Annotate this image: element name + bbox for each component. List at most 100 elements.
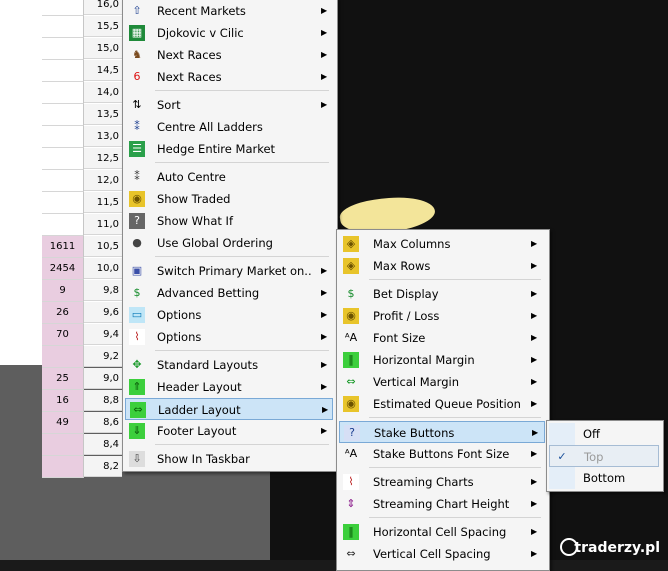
traded-volume-cell[interactable] bbox=[42, 434, 84, 456]
menu-item-max-columns[interactable]: ◈ Max Columns ▶ bbox=[339, 233, 545, 255]
ladder-row[interactable]: 15,5 bbox=[42, 16, 122, 38]
menu-item-standard-layouts[interactable]: ✥ Standard Layouts ▶ bbox=[125, 354, 333, 376]
menu-item-djokovic-v-cilic[interactable]: ▦ Djokovic v Cilic ▶ bbox=[125, 22, 333, 44]
traded-volume-cell[interactable]: 26 bbox=[42, 302, 84, 324]
ladder-row[interactable]: 9 9,8 bbox=[42, 280, 122, 302]
price-cell[interactable]: 12,5 bbox=[84, 148, 122, 169]
menu-item-options[interactable]: ▭ Options ▶ bbox=[125, 304, 333, 326]
menu-item-recent-markets[interactable]: ⇧ Recent Markets ▶ bbox=[125, 0, 333, 22]
price-cell[interactable]: 13,5 bbox=[84, 104, 122, 125]
price-cell[interactable]: 8,4 bbox=[84, 434, 122, 455]
menu-item-horizontal-margin[interactable]: ‖ Horizontal Margin ▶ bbox=[339, 349, 545, 371]
menu-item-streaming-chart-height[interactable]: ⇕ Streaming Chart Height ▶ bbox=[339, 493, 545, 515]
price-cell[interactable]: 11,5 bbox=[84, 192, 122, 213]
price-cell[interactable]: 8,2 bbox=[84, 456, 122, 477]
ladder-row[interactable]: 11,0 bbox=[42, 214, 122, 236]
traded-volume-cell[interactable] bbox=[42, 0, 84, 16]
traded-volume-cell[interactable]: 2454 bbox=[42, 258, 84, 280]
menu-item-max-rows[interactable]: ◈ Max Rows ▶ bbox=[339, 255, 545, 277]
menu-item-show-in-taskbar[interactable]: ⇩ Show In Taskbar bbox=[125, 448, 333, 470]
menu-item-header-layout[interactable]: ⇑ Header Layout ▶ bbox=[125, 376, 333, 398]
menu-item-centre-all-ladders[interactable]: ⁑ Centre All Ladders bbox=[125, 116, 333, 138]
price-cell[interactable]: 16,0 bbox=[84, 0, 122, 15]
price-cell[interactable]: 14,0 bbox=[84, 82, 122, 103]
ladder-row[interactable]: 12,0 bbox=[42, 170, 122, 192]
menu-item-next-races[interactable]: ♞ Next Races ▶ bbox=[125, 44, 333, 66]
ladder-row[interactable]: 1611 10,5 bbox=[42, 236, 122, 258]
menu-item-show-traded[interactable]: ◉ Show Traded bbox=[125, 188, 333, 210]
menu-item-show-what-if[interactable]: ? Show What If bbox=[125, 210, 333, 232]
traded-volume-cell[interactable] bbox=[42, 346, 84, 368]
traded-volume-cell[interactable] bbox=[42, 16, 84, 38]
menu-item-next-races[interactable]: 6 Next Races ▶ bbox=[125, 66, 333, 88]
menu-item-vertical-margin[interactable]: ⇔ Vertical Margin ▶ bbox=[339, 371, 545, 393]
traded-volume-cell[interactable] bbox=[42, 60, 84, 82]
ladder-row[interactable]: 16 8,8 bbox=[42, 390, 122, 412]
price-cell[interactable]: 9,6 bbox=[84, 302, 122, 323]
price-cell[interactable]: 8,8 bbox=[84, 390, 122, 411]
ladder-row[interactable]: 13,5 bbox=[42, 104, 122, 126]
ladder-row[interactable]: 16,0 bbox=[42, 0, 122, 16]
ladder-row[interactable]: 13,0 bbox=[42, 126, 122, 148]
menu-item-vertical-cell-spacing[interactable]: ⇔ Vertical Cell Spacing ▶ bbox=[339, 543, 545, 565]
price-cell[interactable]: 14,5 bbox=[84, 60, 122, 81]
ladder-row[interactable]: 25 9,0 bbox=[42, 368, 122, 390]
ladder-row[interactable]: 8,2 bbox=[42, 456, 122, 478]
ladder-row[interactable]: 14,5 bbox=[42, 60, 122, 82]
price-cell[interactable]: 9,2 bbox=[84, 346, 122, 367]
traded-volume-cell[interactable] bbox=[42, 214, 84, 236]
price-cell[interactable]: 9,0 bbox=[84, 368, 122, 389]
menu-item-horizontal-cell-spacing[interactable]: ‖ Horizontal Cell Spacing ▶ bbox=[339, 521, 545, 543]
ladder-row[interactable]: 11,5 bbox=[42, 192, 122, 214]
price-cell[interactable]: 9,8 bbox=[84, 280, 122, 301]
traded-volume-cell[interactable] bbox=[42, 126, 84, 148]
traded-volume-cell[interactable] bbox=[42, 192, 84, 214]
price-cell[interactable]: 9,4 bbox=[84, 324, 122, 345]
menu-item-bet-display[interactable]: $ Bet Display ▶ bbox=[339, 283, 545, 305]
ladder-row[interactable]: 8,4 bbox=[42, 434, 122, 456]
price-cell[interactable]: 12,0 bbox=[84, 170, 122, 191]
menu-item-ladder-layout[interactable]: ⇔ Ladder Layout ▶ bbox=[125, 398, 333, 420]
traded-volume-cell[interactable] bbox=[42, 104, 84, 126]
traded-volume-cell[interactable]: 70 bbox=[42, 324, 84, 346]
price-cell[interactable]: 10,5 bbox=[84, 236, 122, 257]
menu-item-use-global-ordering[interactable]: ● Use Global Ordering bbox=[125, 232, 333, 254]
ladder-row[interactable]: 26 9,6 bbox=[42, 302, 122, 324]
menu-item-hedge-entire-market[interactable]: ☰ Hedge Entire Market bbox=[125, 138, 333, 160]
menu-item-advanced-betting[interactable]: $ Advanced Betting ▶ bbox=[125, 282, 333, 304]
menu-item-streaming-charts[interactable]: ⌇ Streaming Charts ▶ bbox=[339, 471, 545, 493]
traded-volume-cell[interactable] bbox=[42, 456, 84, 478]
ladder-row[interactable]: 49 8,6 bbox=[42, 412, 122, 434]
menu-item-profit-loss[interactable]: ◉ Profit / Loss ▶ bbox=[339, 305, 545, 327]
ladder-row[interactable]: 9,2 bbox=[42, 346, 122, 368]
ladder-row[interactable]: 70 9,4 bbox=[42, 324, 122, 346]
price-cell[interactable]: 15,5 bbox=[84, 16, 122, 37]
ladder-row[interactable]: 14,0 bbox=[42, 82, 122, 104]
menu-item-estimated-queue-position[interactable]: ◉ Estimated Queue Position ▶ bbox=[339, 393, 545, 415]
traded-volume-cell[interactable] bbox=[42, 148, 84, 170]
menu-item-auto-centre[interactable]: ⁑ Auto Centre bbox=[125, 166, 333, 188]
menu-item-bottom[interactable]: Bottom bbox=[549, 467, 659, 489]
price-cell[interactable]: 10,0 bbox=[84, 258, 122, 279]
menu-item-stake-buttons-font-size[interactable]: ᴬA Stake Buttons Font Size ▶ bbox=[339, 443, 545, 465]
price-cell[interactable]: 13,0 bbox=[84, 126, 122, 147]
price-cell[interactable]: 11,0 bbox=[84, 214, 122, 235]
traded-volume-cell[interactable]: 49 bbox=[42, 412, 84, 434]
traded-volume-cell[interactable] bbox=[42, 38, 84, 60]
menu-item-off[interactable]: Off bbox=[549, 423, 659, 445]
menu-item-switch-primary-market-on[interactable]: ▣ Switch Primary Market on.. ▶ bbox=[125, 260, 333, 282]
ladder-row[interactable]: 15,0 bbox=[42, 38, 122, 60]
price-cell[interactable]: 15,0 bbox=[84, 38, 122, 59]
ladder-row[interactable]: 2454 10,0 bbox=[42, 258, 122, 280]
traded-volume-cell[interactable] bbox=[42, 170, 84, 192]
traded-volume-cell[interactable] bbox=[42, 82, 84, 104]
menu-item-font-size[interactable]: ᴬA Font Size ▶ bbox=[339, 327, 545, 349]
menu-item-top[interactable]: ✓ Top bbox=[549, 445, 659, 467]
menu-item-stake-buttons[interactable]: ? Stake Buttons ▶ bbox=[339, 421, 545, 443]
traded-volume-cell[interactable]: 25 bbox=[42, 368, 84, 390]
price-cell[interactable]: 8,6 bbox=[84, 412, 122, 433]
menu-item-footer-layout[interactable]: ⇓ Footer Layout ▶ bbox=[125, 420, 333, 442]
ladder-row[interactable]: 12,5 bbox=[42, 148, 122, 170]
traded-volume-cell[interactable]: 1611 bbox=[42, 236, 84, 258]
traded-volume-cell[interactable]: 9 bbox=[42, 280, 84, 302]
